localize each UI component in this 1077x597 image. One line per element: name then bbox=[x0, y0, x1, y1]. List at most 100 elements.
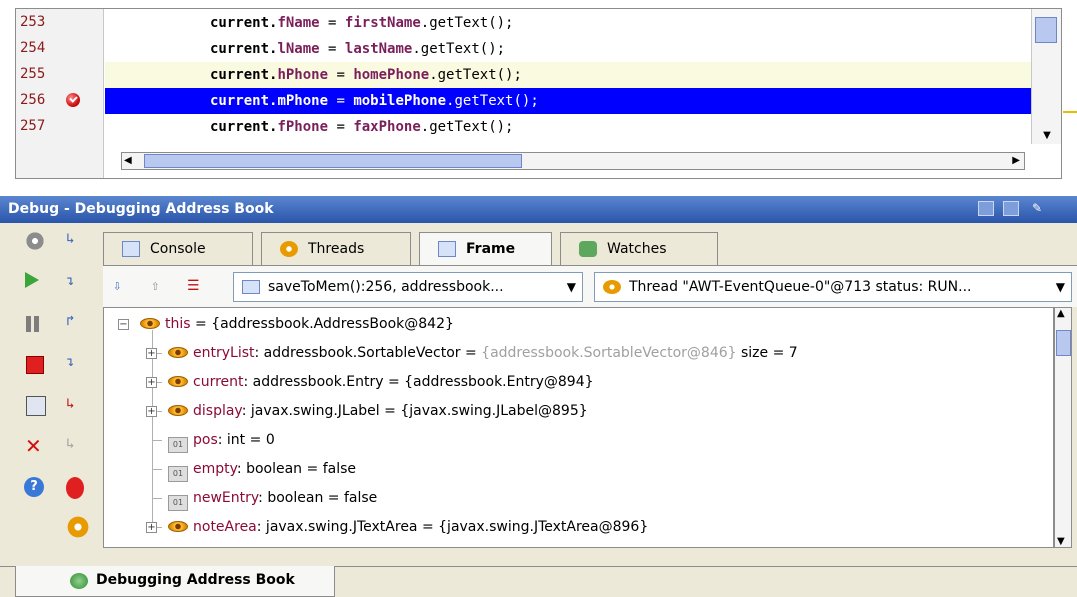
tab-watches[interactable]: Watches bbox=[560, 232, 718, 265]
tree-guide-line bbox=[152, 440, 162, 441]
variable-value-inactive: {addressbook.SortableVector@846} bbox=[481, 345, 737, 361]
tab-threads[interactable]: Threads bbox=[261, 232, 411, 265]
code-line[interactable]: current.mPhone = mobilePhone.getText(); bbox=[105, 88, 1032, 114]
thread-icon bbox=[603, 280, 621, 294]
primitive-field-icon: 01 bbox=[168, 495, 188, 511]
stop-icon[interactable] bbox=[26, 356, 44, 374]
stack-frame-select[interactable]: saveToMem():256, addressbook... ▼ bbox=[233, 272, 583, 302]
chevron-down-icon[interactable]: ▼ bbox=[1056, 273, 1065, 301]
collapse-icon[interactable]: − bbox=[118, 319, 129, 330]
variable-type: : addressbook.SortableVector = bbox=[254, 345, 482, 361]
frame-icon bbox=[438, 241, 456, 257]
line-number-gutter[interactable]: 253 254 255 256 257 bbox=[16, 9, 104, 178]
code-field: mPhone bbox=[277, 93, 329, 109]
expand-icon[interactable]: + bbox=[146, 377, 157, 388]
gutter-line[interactable]: 254 bbox=[16, 36, 104, 62]
variable-value: {javax.swing.JLabel@895} bbox=[400, 403, 588, 419]
code-line[interactable]: current.fPhone = faxPhone.getText(); bbox=[105, 114, 1032, 140]
scroll-thumb[interactable] bbox=[1035, 17, 1057, 43]
tree-row[interactable]: this = {addressbook.AddressBook@842} bbox=[140, 310, 454, 339]
tab-frame[interactable]: Frame bbox=[419, 232, 552, 266]
editor-horizontal-scrollbar[interactable]: ◀ ▶ bbox=[121, 152, 1025, 170]
close-icon[interactable]: ✕ bbox=[25, 436, 45, 456]
code-line[interactable]: current.lName = lastName.getText(); bbox=[105, 36, 1032, 62]
scroll-up-arrow-icon[interactable]: ▲ bbox=[1057, 308, 1065, 319]
variable-name: pos bbox=[193, 432, 218, 448]
force-step-icon[interactable]: ↳ bbox=[66, 396, 86, 416]
breakpoint-icon[interactable] bbox=[66, 93, 80, 107]
tree-row[interactable]: 01 newEntry: boolean = false bbox=[168, 484, 377, 513]
chevron-down-icon[interactable]: ▼ bbox=[567, 273, 576, 301]
run-to-cursor-icon[interactable]: ↴ bbox=[66, 354, 86, 374]
settings-gear-icon[interactable] bbox=[66, 515, 90, 539]
code-object: current bbox=[210, 41, 270, 57]
expand-icon[interactable]: + bbox=[146, 406, 157, 417]
variable-value: {addressbook.Entry@894} bbox=[404, 374, 594, 390]
scroll-right-arrow-icon[interactable]: ▶ bbox=[1012, 153, 1020, 169]
code-editor[interactable]: 253 254 255 256 257 current.fName = firstNam… bbox=[15, 8, 1062, 179]
pause-icon[interactable] bbox=[23, 314, 43, 334]
code-area[interactable]: current.fName = firstName.getText(); curr… bbox=[105, 9, 1032, 144]
help-icon[interactable]: ? bbox=[24, 477, 44, 497]
code-object: current bbox=[210, 119, 270, 135]
tree-row[interactable]: entryList: addressbook.SortableVector = … bbox=[168, 339, 798, 368]
expand-icon[interactable]: + bbox=[146, 348, 157, 359]
calculator-icon[interactable] bbox=[26, 396, 46, 416]
arrow-up-icon[interactable]: ⇧ bbox=[151, 278, 171, 298]
tree-row[interactable]: 01 empty: boolean = false bbox=[168, 455, 356, 484]
pin-icon[interactable]: ✎ bbox=[1032, 201, 1048, 216]
thread-select[interactable]: Thread "AWT-EventQueue-0"@713 status: RU… bbox=[594, 272, 1072, 302]
object-field-icon bbox=[140, 318, 160, 329]
code-field: hPhone bbox=[277, 67, 329, 83]
tree-row[interactable]: 01 pos: int = 0 bbox=[168, 426, 275, 455]
step-over-icon[interactable]: ↳ bbox=[66, 231, 86, 251]
list-icon[interactable]: ☰ bbox=[187, 278, 207, 298]
gutter-line[interactable]: 256 bbox=[16, 88, 104, 114]
gutter-line[interactable]: 253 bbox=[16, 10, 104, 36]
tab-label: Frame bbox=[466, 241, 516, 257]
tab-console[interactable]: Console bbox=[103, 232, 253, 265]
arrow-down-icon[interactable]: ⇩ bbox=[113, 278, 133, 298]
maximize-window-icon[interactable] bbox=[1003, 201, 1019, 216]
code-line[interactable]: current.fName = firstName.getText(); bbox=[105, 10, 1032, 36]
tree-vertical-scrollbar[interactable]: ▲ ▼ bbox=[1054, 307, 1072, 548]
scroll-down-arrow-icon[interactable]: ▼ bbox=[1032, 128, 1061, 144]
debugging-session-tab[interactable]: Debugging Address Book bbox=[15, 566, 335, 597]
variables-tree[interactable]: − this = {addressbook.AddressBook@842} + en… bbox=[103, 307, 1054, 548]
expand-icon[interactable]: + bbox=[146, 522, 157, 533]
resume-gear-icon[interactable] bbox=[25, 231, 45, 251]
debug-session-icon bbox=[70, 573, 88, 589]
gutter-line[interactable]: 257 bbox=[16, 114, 104, 140]
code-source: lastName bbox=[344, 41, 413, 57]
editor-vertical-scrollbar[interactable]: ▼ bbox=[1031, 9, 1061, 144]
frame-icon bbox=[242, 280, 260, 294]
variable-name: current bbox=[193, 374, 244, 390]
variable-value: false bbox=[343, 490, 378, 506]
gutter-line[interactable]: 255 bbox=[16, 62, 104, 88]
scroll-down-arrow-icon[interactable]: ▼ bbox=[1057, 536, 1065, 547]
step-into-icon[interactable]: ↴ bbox=[66, 273, 86, 293]
debug-title-text: Debug - Debugging Address Book bbox=[8, 201, 274, 217]
tree-row[interactable]: current: addressbook.Entry = {addressboo… bbox=[168, 368, 594, 397]
object-field-icon bbox=[168, 405, 188, 416]
object-field-icon bbox=[168, 376, 188, 387]
scroll-thumb[interactable] bbox=[1056, 330, 1071, 356]
minimize-window-icon[interactable] bbox=[978, 201, 994, 216]
scroll-left-arrow-icon[interactable]: ◀ bbox=[124, 153, 132, 169]
line-number: 253 bbox=[20, 14, 46, 30]
primitive-field-icon: 01 bbox=[168, 437, 188, 453]
tree-row[interactable]: noteArea: javax.swing.JTextArea = {javax… bbox=[168, 513, 648, 542]
tree-row[interactable]: display: javax.swing.JLabel = {javax.swi… bbox=[168, 397, 588, 426]
variable-value: false bbox=[322, 461, 356, 477]
code-object: current bbox=[210, 93, 270, 109]
stack-frame-value: saveToMem():256, addressbook... bbox=[268, 279, 504, 295]
resume-icon[interactable] bbox=[25, 272, 45, 292]
step-out-icon[interactable]: ↱ bbox=[66, 313, 86, 333]
variable-extra: size = 7 bbox=[736, 345, 798, 361]
breakpoints-icon[interactable] bbox=[66, 477, 84, 499]
scroll-thumb[interactable] bbox=[144, 154, 522, 168]
code-line[interactable]: current.hPhone = homePhone.getText(); bbox=[105, 62, 1032, 88]
variable-name: newEntry bbox=[193, 490, 259, 506]
variable-type: : boolean = bbox=[258, 490, 344, 506]
variable-type: : boolean = bbox=[236, 461, 323, 477]
